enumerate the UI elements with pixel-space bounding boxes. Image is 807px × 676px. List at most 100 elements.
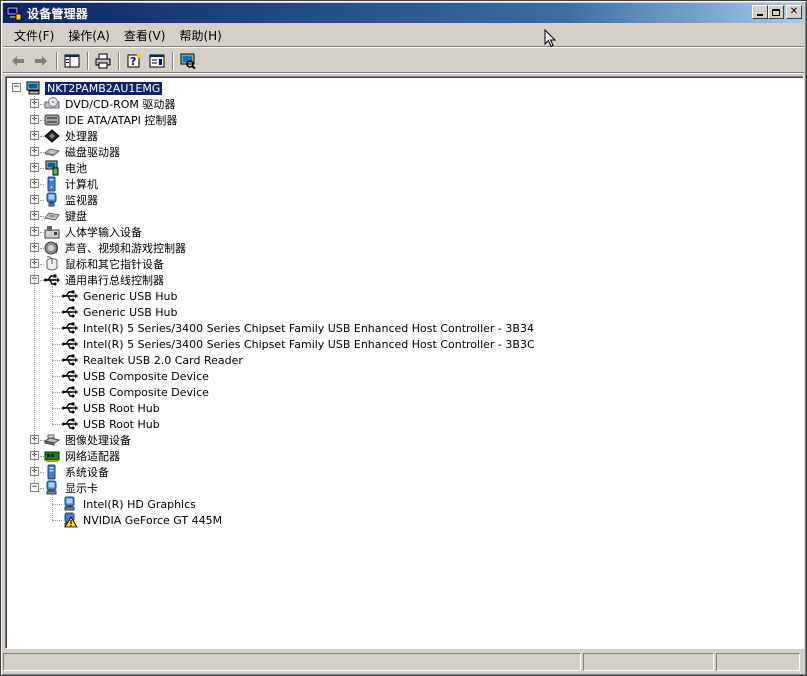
help-button[interactable]: ? — [123, 51, 145, 71]
window-title: 设备管理器 — [27, 6, 89, 21]
tree-device-item[interactable]: NVIDIA GeForce GT 445M — [62, 512, 224, 528]
tree-category-hid[interactable]: 人体学输入设备 — [44, 224, 144, 240]
tree-category-imaging[interactable]: 图像处理设备 — [43, 432, 133, 448]
tree-connector — [40, 456, 44, 457]
tree-category-ide-controller-label: IDE ATA/ATAPI 控制器 — [65, 114, 178, 127]
back-button[interactable] — [7, 51, 29, 71]
minimize-icon — [757, 14, 763, 16]
maximize-button[interactable] — [768, 5, 784, 19]
tree-connector — [40, 120, 44, 121]
show-hide-tree-button[interactable] — [61, 51, 83, 71]
computer-icon — [44, 176, 60, 192]
display-device-icon — [62, 496, 78, 512]
tree-device-item-label: Intel(R) 5 Series/3400 Series Chipset Fa… — [83, 321, 534, 335]
tree-connector — [52, 286, 53, 424]
menu-action[interactable]: 操作(A) — [61, 25, 117, 46]
warning-icon — [62, 512, 78, 528]
tree-connector — [40, 152, 44, 153]
usb-device-icon — [62, 336, 78, 352]
tree-category-dvd-drive[interactable]: DVD/CD-ROM 驱动器 — [44, 96, 177, 112]
usb-device-icon — [62, 304, 78, 320]
tree-connector — [34, 94, 35, 483]
tree-device-item[interactable]: Realtek USB 2.0 Card Reader — [62, 352, 245, 368]
tree-connector — [52, 360, 62, 361]
toolbar-separator — [56, 51, 58, 70]
mouse-icon — [44, 256, 60, 272]
tree-connector — [52, 408, 62, 409]
scan-hardware-icon — [180, 53, 196, 69]
status-bar — [3, 653, 804, 673]
sound-icon — [44, 240, 60, 256]
tree-device-item-label: Generic USB Hub — [83, 289, 178, 303]
tree-category-disk-drive[interactable]: 磁盘驱动器 — [43, 144, 122, 160]
properties-button[interactable] — [146, 51, 168, 71]
tree-connector — [40, 104, 44, 105]
tree-device-item-label: Intel(R) 5 Series/3400 Series Chipset Fa… — [83, 337, 535, 351]
tree-device-item[interactable]: Intel(R) HD Graphics — [62, 496, 198, 512]
tree-category-usb[interactable]: 通用串行总线控制器 — [44, 272, 166, 288]
tree-category-battery[interactable]: 电池 — [44, 160, 89, 176]
tree-category-keyboard-label: 键盘 — [65, 210, 87, 223]
tree-category-battery-label: 电池 — [65, 162, 87, 175]
tree-device-item-label: Realtek USB 2.0 Card Reader — [83, 353, 243, 367]
tree-category-ide-controller[interactable]: IDE ATA/ATAPI 控制器 — [44, 112, 179, 128]
tree-device-item[interactable]: USB Composite Device — [62, 368, 211, 384]
root-collapse-toggle[interactable]: − — [12, 83, 21, 92]
tree-category-mouse-label: 鼠标和其它指针设备 — [65, 258, 164, 271]
hid-icon — [44, 224, 60, 240]
tree-connector — [52, 520, 62, 521]
tree-connector — [40, 248, 44, 249]
tree-category-network-adapter[interactable]: 网络适配器 — [44, 448, 122, 464]
tree-connector — [52, 376, 62, 377]
tree-device-item[interactable]: Intel(R) 5 Series/3400 Series Chipset Fa… — [62, 320, 536, 336]
tree-category-processor[interactable]: 处理器 — [44, 128, 100, 144]
tree-device-item[interactable]: Generic USB Hub — [62, 288, 179, 304]
device-manager-icon — [6, 5, 22, 21]
tree-category-computer-label: 计算机 — [65, 178, 98, 191]
expand-toggle-display-adapter[interactable]: − — [30, 483, 39, 492]
tree-category-monitor[interactable]: 监视器 — [44, 192, 100, 208]
maximize-icon — [772, 8, 780, 16]
tree-connector — [40, 440, 44, 441]
menu-file[interactable]: 文件(F) — [7, 25, 61, 46]
forward-button[interactable] — [30, 51, 52, 71]
minimize-button[interactable] — [752, 5, 768, 19]
svg-text:?: ? — [130, 55, 136, 68]
tree-category-computer[interactable]: 计算机 — [44, 176, 100, 192]
keyboard-icon — [44, 208, 60, 224]
device-tree-pane[interactable]: − NKT2PAMB2AU1EMG + DVD/CD-ROM 驱动器 + IDE ATA/… — [5, 76, 804, 649]
tree-connector — [40, 184, 44, 185]
tree-category-sound-label: 声音、视频和游戏控制器 — [65, 242, 186, 255]
menu-help[interactable]: 帮助(H) — [172, 25, 228, 46]
help-question-icon: ? — [127, 53, 141, 68]
tree-device-item[interactable]: USB Root Hub — [62, 400, 162, 416]
scan-hardware-button[interactable] — [177, 51, 199, 71]
tree-category-sound[interactable]: 声音、视频和游戏控制器 — [44, 240, 188, 256]
print-button[interactable] — [92, 51, 114, 71]
tree-device-item-label: Intel(R) HD Graphics — [83, 497, 196, 511]
mouse-cursor-icon — [544, 29, 557, 48]
close-button[interactable]: ✕ — [786, 5, 802, 19]
tree-category-disk-drive-label: 磁盘驱动器 — [65, 146, 120, 159]
tree-connector — [40, 280, 44, 281]
tree-device-item[interactable]: USB Composite Device — [62, 384, 211, 400]
ide-controller-icon — [44, 112, 60, 128]
tree-root-computer[interactable]: NKT2PAMB2AU1EMG — [26, 80, 164, 96]
disk-drive-icon — [43, 144, 61, 160]
monitor-icon — [44, 192, 60, 208]
menu-bar: 文件(F) 操作(A) 查看(V) 帮助(H) — [3, 25, 804, 47]
toolbar-separator — [118, 51, 120, 70]
tree-connector — [52, 494, 53, 520]
tree-category-imaging-label: 图像处理设备 — [65, 434, 131, 447]
tree-category-keyboard[interactable]: 键盘 — [44, 208, 89, 224]
menu-view[interactable]: 查看(V) — [117, 25, 173, 46]
tree-connector — [40, 216, 44, 217]
tree-device-item[interactable]: Generic USB Hub — [62, 304, 179, 320]
tree-category-mouse[interactable]: 鼠标和其它指针设备 — [44, 256, 166, 272]
tree-device-item[interactable]: Intel(R) 5 Series/3400 Series Chipset Fa… — [62, 336, 537, 352]
tree-category-system-device[interactable]: 系统设备 — [44, 464, 111, 480]
title-bar[interactable]: 设备管理器 ✕ — [3, 3, 804, 23]
tree-device-item[interactable]: USB Root Hub — [62, 416, 162, 432]
properties-icon — [149, 54, 165, 67]
toolbar-separator — [87, 51, 89, 70]
